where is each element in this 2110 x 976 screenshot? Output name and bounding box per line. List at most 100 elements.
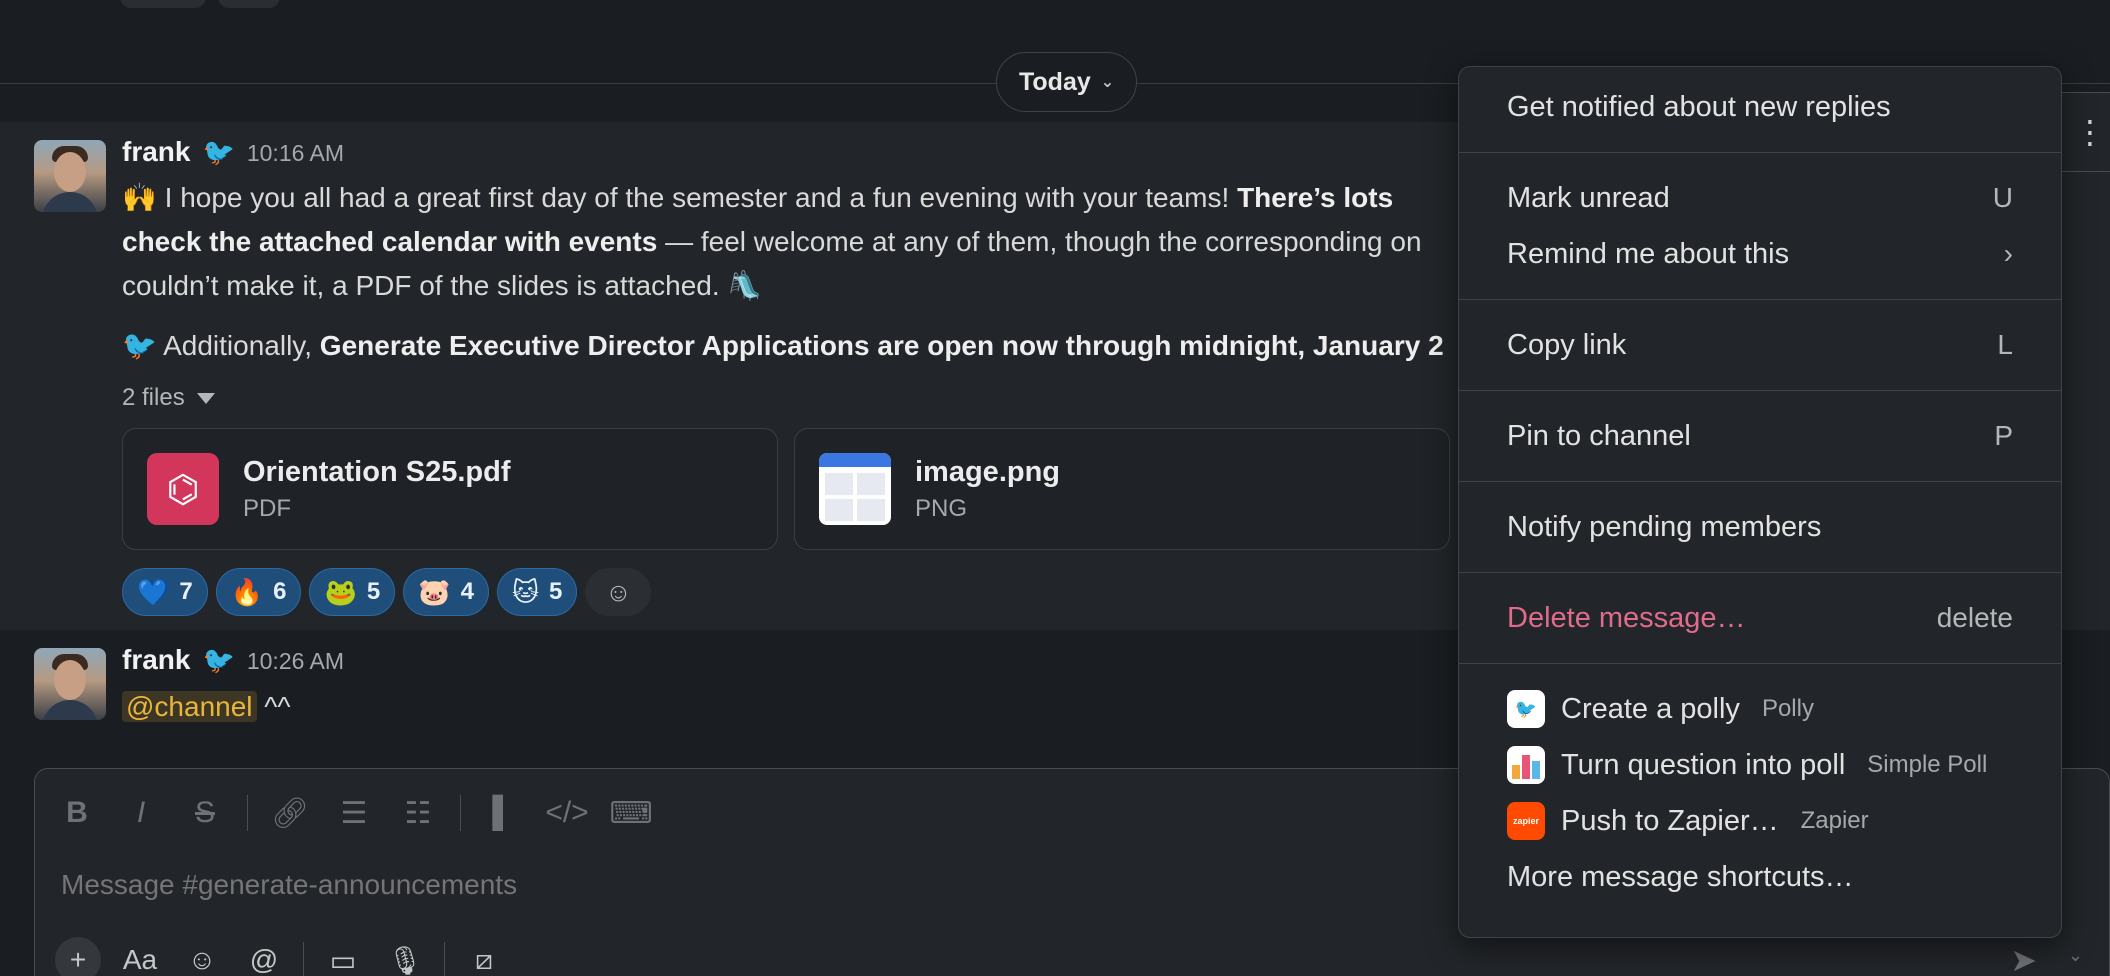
file-name: Orientation S25.pdf <box>243 455 511 488</box>
blue-heart-icon: 💙 <box>137 576 170 607</box>
toolbar-divider <box>303 942 304 976</box>
app-name: Zapier <box>1800 807 1869 834</box>
reaction-pill[interactable]: 🐱 5 <box>496 568 578 616</box>
image-thumbnail-icon <box>819 453 891 525</box>
app-name: Simple Poll <box>1867 751 1988 778</box>
bird-emoji-icon: 🐦 <box>122 330 157 361</box>
reaction-pill[interactable]: 💙 7 <box>122 568 208 616</box>
avatar[interactable] <box>34 140 106 212</box>
microphone-icon[interactable]: 🎙︎ <box>382 937 428 976</box>
link-icon[interactable]: 🔗︎ <box>268 791 312 835</box>
toolbar-divider <box>444 942 445 976</box>
bulleted-list-icon[interactable]: ☷ <box>396 791 440 835</box>
file-type: PNG <box>915 494 968 522</box>
reaction-pill[interactable]: 🐷 4 <box>403 568 489 616</box>
timestamp[interactable]: 10:26 AM <box>247 648 344 675</box>
emoji-icon[interactable]: ☺ <box>179 937 225 976</box>
reaction-count: 5 <box>366 578 381 605</box>
reaction-count: 7 <box>179 578 193 605</box>
menu-item-mark-unread[interactable]: Mark unread U <box>1459 170 2061 226</box>
chevron-right-icon: › <box>2003 238 2013 269</box>
smiley-plus-icon: ☺ <box>605 576 632 607</box>
reaction-count: 5 <box>549 578 563 605</box>
menu-item-simple-poll[interactable]: Turn question into poll Simple Poll <box>1459 737 2061 793</box>
composer-actions: + Aa ☺ @ ▭ 🎙︎ ⧄ <box>55 937 507 976</box>
message-line: couldn’t make it, a PDF of the slides is… <box>122 270 763 301</box>
toolbar-divider <box>247 795 248 831</box>
plus-icon[interactable]: + <box>55 937 101 976</box>
reaction-count: 6 <box>273 578 287 605</box>
message-context-menu: Get notified about new replies Mark unre… <box>1458 66 2062 938</box>
app-name: Polly <box>1761 695 1814 722</box>
pig-icon: 🐷 <box>418 576 451 607</box>
channel-mention[interactable]: @channel <box>122 691 257 722</box>
reaction-pill[interactable]: 🐸 5 <box>309 568 396 616</box>
status-emoji-icon[interactable]: 🐦 <box>202 645 234 676</box>
caret-down-icon <box>196 392 215 404</box>
author-name[interactable]: frank <box>122 644 190 676</box>
files-count: 2 files <box>122 384 185 411</box>
chevron-down-icon: ⌄ <box>1100 74 1115 91</box>
blockquote-icon[interactable]: ▌ <box>481 791 525 835</box>
day-label: Today <box>1019 67 1091 96</box>
add-reaction-button[interactable]: ☺ <box>585 568 652 616</box>
strikethrough-icon[interactable]: S <box>183 791 227 835</box>
menu-item-get-notified[interactable]: Get notified about new replies <box>1459 79 2061 135</box>
ordered-list-icon[interactable]: ☰ <box>332 791 376 835</box>
pdf-file-icon: ⌬ <box>147 453 219 525</box>
code-block-icon[interactable]: ⌨ <box>609 791 653 835</box>
menu-divider <box>1459 152 2061 153</box>
menu-item-remind[interactable]: Remind me about this › <box>1459 226 2061 282</box>
day-jump-button[interactable]: Today ⌄ <box>996 52 1138 112</box>
italic-icon[interactable]: I <box>119 791 163 835</box>
reactions-bar: 💙 7 🔥 6 🐸 5 🐷 4 🐱 5 ☺ <box>122 568 652 616</box>
formatting-icon[interactable]: Aa <box>117 937 163 976</box>
file-attachment[interactable]: image.png PNG <box>794 428 1450 550</box>
slide-emoji-icon: 🛝 <box>727 270 763 301</box>
menu-item-copy-link[interactable]: Copy link L <box>1459 317 2061 373</box>
message-input[interactable] <box>61 869 1361 901</box>
slash-command-icon[interactable]: ⧄ <box>461 937 507 976</box>
fire-icon: 🔥 <box>230 576 264 607</box>
avatar[interactable] <box>34 648 106 720</box>
menu-divider <box>1459 481 2061 482</box>
simple-poll-app-icon <box>1507 746 1545 784</box>
files-toggle[interactable]: 2 files <box>122 384 215 412</box>
menu-item-create-polly[interactable]: 🐦 Create a polly Polly <box>1459 681 2061 737</box>
menu-divider <box>1459 572 2061 573</box>
shortcut-hint: L <box>1997 329 2013 360</box>
previous-message-reactions <box>120 0 280 8</box>
author-name[interactable]: frank <box>122 136 190 168</box>
at-mention-icon[interactable]: @ <box>241 937 287 976</box>
menu-item-push-zapier[interactable]: zapier Push to Zapier… Zapier <box>1459 793 2061 849</box>
bold-icon[interactable]: B <box>55 791 99 835</box>
message-body: @channel ^^ <box>122 685 1462 729</box>
menu-item-notify-pending[interactable]: Notify pending members <box>1459 499 2061 555</box>
file-attachment[interactable]: ⌬ Orientation S25.pdf PDF <box>122 428 778 550</box>
send-icon[interactable]: ➤ <box>2010 941 2037 976</box>
reaction-pill[interactable]: 🔥 6 <box>215 568 302 616</box>
status-emoji-icon[interactable]: 🐦 <box>202 137 234 168</box>
menu-divider <box>1459 390 2061 391</box>
menu-item-pin[interactable]: Pin to channel P <box>1459 408 2061 464</box>
message-line: 🐦 Additionally, Generate Executive Direc… <box>122 330 1444 361</box>
menu-item-more-shortcuts[interactable]: More message shortcuts… <box>1459 849 2061 905</box>
shortcut-hint: P <box>1994 420 2013 451</box>
reaction-count: 4 <box>460 578 474 605</box>
shortcut-hint: U <box>1992 182 2013 213</box>
file-type: PDF <box>243 494 291 522</box>
shortcut-hint: delete <box>1936 602 2013 633</box>
code-icon[interactable]: </> <box>545 791 589 835</box>
menu-item-delete[interactable]: Delete message… delete <box>1459 590 2061 646</box>
message-body: 🙌 I hope you all had a great first day o… <box>122 176 1462 368</box>
message-line: 🙌 I hope you all had a great first day o… <box>122 182 1394 213</box>
cat-icon: 🐱 <box>511 576 540 607</box>
vertical-ellipsis-icon: ⋮ <box>2074 114 2106 150</box>
polly-app-icon: 🐦 <box>1507 690 1545 728</box>
video-icon[interactable]: ▭ <box>320 937 366 976</box>
frog-icon: 🐸 <box>324 576 357 607</box>
chevron-down-icon[interactable]: ⌄ <box>2068 945 2083 966</box>
format-toolbar: B I S 🔗︎ ☰ ☷ ▌ </> ⌨ <box>55 791 653 835</box>
timestamp[interactable]: 10:16 AM <box>247 140 344 167</box>
toolbar-divider <box>460 795 461 831</box>
